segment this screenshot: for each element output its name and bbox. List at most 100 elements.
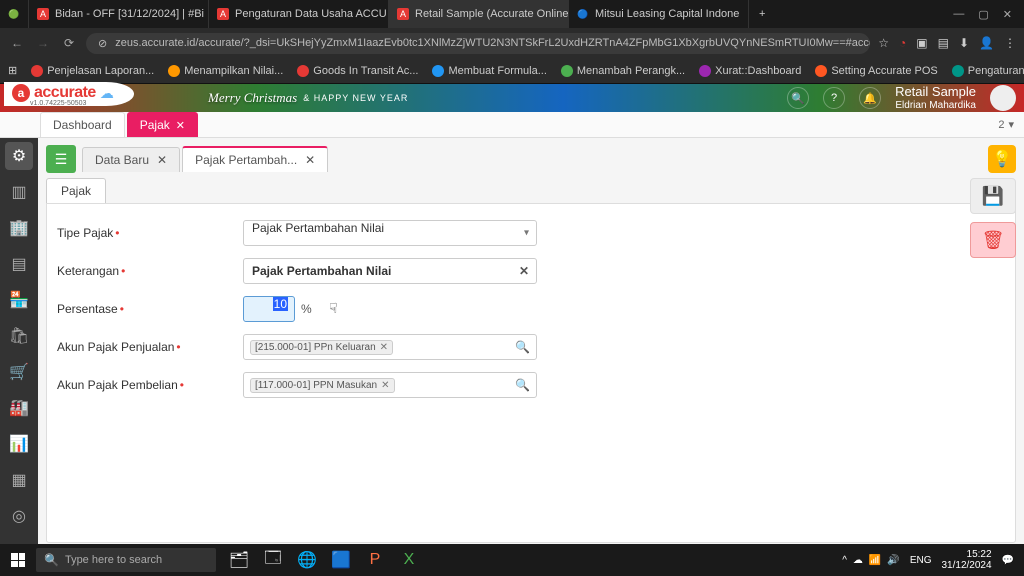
input-keterangan[interactable]: Pajak Pertambahan Nilai ✕ <box>243 258 537 284</box>
remove-tag-icon[interactable]: ✕ <box>381 380 389 391</box>
bookmark-item[interactable]: Setting Accurate POS <box>815 65 937 77</box>
window-controls: — ▢ ✕ <box>941 8 1024 21</box>
taskbar-app-explorer[interactable]: 🗂 <box>224 546 254 574</box>
taskbar-app[interactable]: 🗔 <box>258 546 288 574</box>
apps-icon[interactable]: ⊞ <box>8 64 17 77</box>
system-tray[interactable]: ^ ☁ 📶 🔊 <box>842 555 900 566</box>
search-icon[interactable]: 🔍 <box>787 87 809 109</box>
profile-icon[interactable]: 👤 <box>979 36 994 50</box>
app-logo[interactable]: a accurate ☁ v1.0.74225-50503 <box>4 82 134 106</box>
start-button[interactable] <box>0 544 36 576</box>
tab-pajak[interactable]: Pajak ✕ <box>127 112 198 137</box>
rail-item[interactable]: 🏭 <box>5 394 33 422</box>
taskbar-app-powerpoint[interactable]: P <box>360 546 390 574</box>
minimize-icon[interactable]: — <box>953 8 964 21</box>
search-icon[interactable]: 🔍 <box>515 378 530 392</box>
notification-icon[interactable]: 💬 <box>1002 555 1014 566</box>
lock-icon: ⊘ <box>98 37 107 50</box>
help-icon[interactable]: ? <box>823 87 845 109</box>
browser-tab-active[interactable]: A Retail Sample (Accurate Online) × <box>389 0 569 28</box>
rail-item[interactable]: ▦ <box>5 466 33 494</box>
forward-icon[interactable]: → <box>34 36 52 50</box>
volume-icon[interactable]: 🔊 <box>887 555 899 566</box>
extension-icon[interactable]: ▣ <box>916 36 927 50</box>
delete-button[interactable]: 🗑 <box>970 222 1016 258</box>
remove-tag-icon[interactable]: ✕ <box>380 342 388 353</box>
close-icon[interactable]: ✕ <box>157 153 167 167</box>
subtab-data-baru[interactable]: Data Baru ✕ <box>82 147 180 172</box>
action-buttons: 💾 🗑 <box>970 178 1016 258</box>
close-icon[interactable]: ✕ <box>176 119 185 132</box>
rail-item[interactable]: 🏢 <box>5 214 33 242</box>
rail-item[interactable]: ▤ <box>5 250 33 278</box>
input-akun-pembelian[interactable]: [117.000-01] PPN Masukan ✕ 🔍 <box>243 372 537 398</box>
menu-icon[interactable]: ⋮ <box>1004 36 1016 50</box>
module-tabs: Dashboard Pajak ✕ 2 ▾ <box>0 112 1024 138</box>
rail-item[interactable]: 🏪 <box>5 286 33 314</box>
taskbar-app-excel[interactable]: X <box>394 546 424 574</box>
taskbar-clock[interactable]: 15:22 31/12/2024 <box>941 549 991 571</box>
extension-icon[interactable]: ▤ <box>938 36 949 50</box>
browser-tabs: 🟢 A Bidan - OFF [31/12/2024] | #Bi × A P… <box>0 0 941 28</box>
rail-item[interactable]: 🛍 <box>5 322 33 350</box>
favicon <box>952 65 964 77</box>
bookmark-item[interactable]: Xurat::Dashboard <box>699 65 801 77</box>
search-icon[interactable]: 🔍 <box>515 340 530 354</box>
browser-tab[interactable]: 🟢 <box>0 0 29 28</box>
subtab-pajak-pertambahan[interactable]: Pajak Pertambah... ✕ <box>182 146 328 172</box>
search-placeholder: Type here to search <box>65 554 162 566</box>
tab-dashboard[interactable]: Dashboard <box>40 112 125 137</box>
favicon <box>699 65 711 77</box>
rail-item[interactable]: ▥ <box>5 178 33 206</box>
browser-tab[interactable]: A Bidan - OFF [31/12/2024] | #Bi × <box>29 0 209 28</box>
download-icon[interactable]: ⬇ <box>959 36 969 50</box>
url-input[interactable]: ⊘ zeus.accurate.id/accurate/?_dsi=UkSHej… <box>86 33 870 54</box>
detail-tab-pajak[interactable]: Pajak <box>46 178 106 203</box>
tab-counter[interactable]: 2 ▾ <box>988 112 1024 137</box>
favicon <box>297 65 309 77</box>
select-tipe-pajak[interactable]: Pajak Pertambahan Nilai ▾ <box>243 220 537 246</box>
close-icon[interactable]: ✕ <box>1003 8 1012 21</box>
bookmark-item[interactable]: Menampilkan Nilai... <box>168 65 283 77</box>
hint-button[interactable]: 💡 <box>988 145 1016 173</box>
content-area: ☰ Data Baru ✕ Pajak Pertambah... ✕ 💡 Paj… <box>38 138 1024 544</box>
save-button[interactable]: 💾 <box>970 178 1016 214</box>
back-icon[interactable]: ← <box>8 36 26 50</box>
list-toggle-button[interactable]: ☰ <box>46 145 76 173</box>
chevron-up-icon[interactable]: ^ <box>842 555 847 566</box>
bookmark-item[interactable]: Pengaturan Pada Pri... <box>952 65 1024 77</box>
bookmark-item[interactable]: Goods In Transit Ac... <box>297 65 418 77</box>
reload-icon[interactable]: ⟳ <box>60 36 78 50</box>
avatar[interactable] <box>990 85 1016 111</box>
rail-item[interactable]: 📊 <box>5 430 33 458</box>
new-tab-button[interactable]: + <box>749 0 775 28</box>
star-icon[interactable]: ☆ <box>878 36 889 50</box>
user-info[interactable]: Retail Sample Eldrian Mahardika <box>895 85 976 110</box>
windows-icon <box>11 553 25 567</box>
taskbar-app[interactable]: 🟦 <box>326 546 356 574</box>
bookmark-item[interactable]: Penjelasan Laporan... <box>31 65 154 77</box>
bookmark-item[interactable]: Menambah Perangk... <box>561 65 685 77</box>
hny-text: & HAPPY NEW YEAR <box>303 93 408 103</box>
logo-mark: a <box>12 84 30 102</box>
input-persentase[interactable]: 10 <box>243 296 295 322</box>
rail-item[interactable]: ◎ <box>5 502 33 530</box>
taskbar-app-chrome[interactable]: 🌐 <box>292 546 322 574</box>
tab-title: Pengaturan Data Usaha ACCU <box>235 8 387 20</box>
rail-item[interactable]: 🛒 <box>5 358 33 386</box>
browser-tab[interactable]: 🔵 Mitsui Leasing Capital Indone × <box>569 0 749 28</box>
rail-settings[interactable]: ⚙ <box>5 142 33 170</box>
browser-tab[interactable]: A Pengaturan Data Usaha ACCU × <box>209 0 389 28</box>
extension-icon[interactable]: ◔ <box>899 36 906 50</box>
percent-symbol: % <box>301 302 312 316</box>
maximize-icon[interactable]: ▢ <box>978 8 988 21</box>
clear-icon[interactable]: ✕ <box>519 264 529 278</box>
language-indicator[interactable]: ENG <box>910 555 932 566</box>
bookmark-item[interactable]: Membuat Formula... <box>432 65 546 77</box>
close-icon[interactable]: ✕ <box>305 153 315 167</box>
wifi-icon[interactable]: 📶 <box>869 555 881 566</box>
bell-icon[interactable]: 🔔 <box>859 87 881 109</box>
taskbar-search[interactable]: 🔍 Type here to search <box>36 548 216 572</box>
input-akun-penjualan[interactable]: [215.000-01] PPn Keluaran ✕ 🔍 <box>243 334 537 360</box>
tray-icon[interactable]: ☁ <box>853 555 863 566</box>
